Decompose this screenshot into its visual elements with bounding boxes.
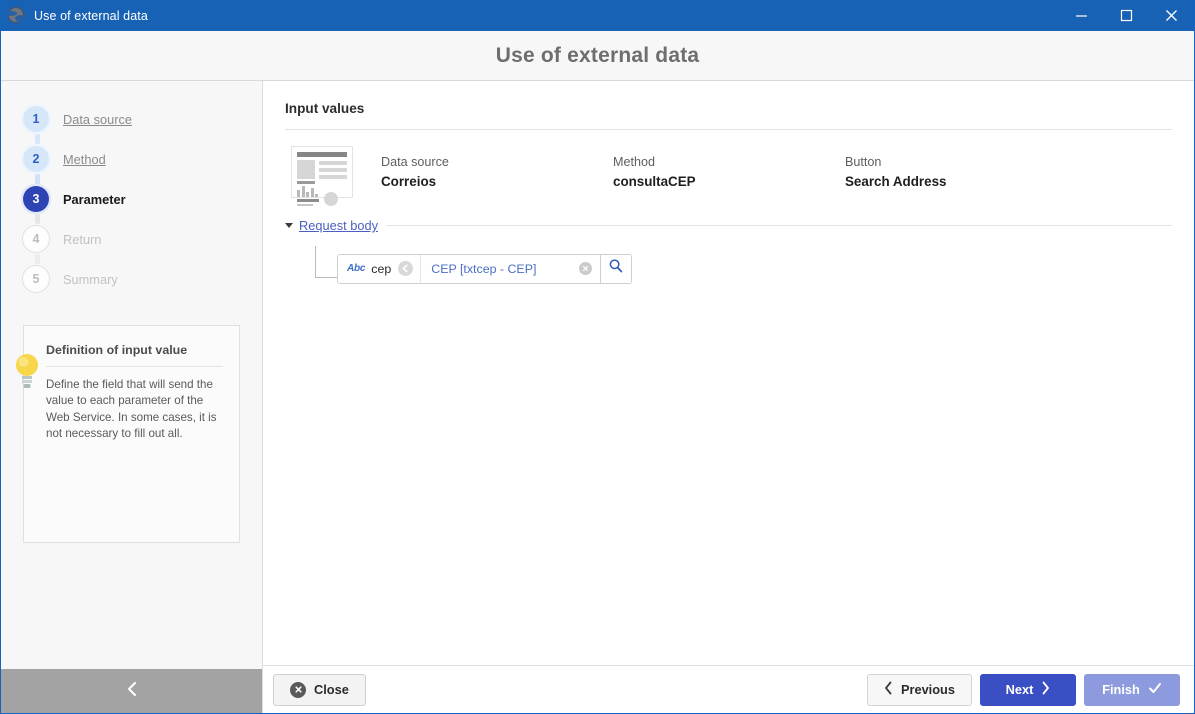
field-label: Method bbox=[613, 155, 656, 169]
wizard-sidebar: 1 Data source 2 Method 3 Parameter 4 Ret… bbox=[1, 81, 263, 713]
sidebar-step-summary[interactable]: 5 Summary bbox=[1, 259, 262, 299]
summary-field-method: Method consultaCEP bbox=[613, 155, 845, 189]
close-button[interactable]: Close bbox=[273, 673, 366, 706]
page-title: Use of external data bbox=[495, 43, 700, 67]
chevron-right-icon bbox=[1041, 681, 1050, 698]
magnifier-icon bbox=[608, 258, 624, 279]
text-type-icon: Abc bbox=[347, 263, 366, 274]
globe-icon bbox=[8, 6, 26, 25]
arrow-left-circle-icon bbox=[398, 261, 414, 276]
sidebar-collapse-button[interactable] bbox=[1, 669, 262, 713]
next-button[interactable]: Next bbox=[980, 673, 1076, 706]
parameter-value-field[interactable]: CEP [txtcep - CEP] bbox=[420, 254, 600, 283]
sidebar-step-data-source[interactable]: 1 Data source bbox=[1, 99, 262, 139]
dialog-window: Use of external data Use of external dat… bbox=[0, 0, 1195, 714]
dialog-body: 1 Data source 2 Method 3 Parameter 4 Ret… bbox=[1, 81, 1194, 713]
close-circle-icon bbox=[290, 681, 306, 698]
field-label: Button bbox=[845, 155, 882, 169]
sidebar-step-return[interactable]: 4 Return bbox=[1, 219, 262, 259]
finish-button[interactable]: Finish bbox=[1084, 673, 1180, 706]
summary-field-button: Button Search Address bbox=[845, 155, 1077, 189]
tip-card: Definition of input value Define the fie… bbox=[23, 325, 240, 543]
lightbulb-icon bbox=[14, 351, 40, 391]
field-value: Search Address bbox=[845, 174, 947, 189]
step-label: Data source bbox=[63, 111, 132, 127]
sidebar-step-parameter[interactable]: 3 Parameter bbox=[1, 179, 262, 219]
dialog-footer: Close Previous Next Finish bbox=[263, 665, 1194, 713]
summary-row: Data source Correios Method consultaCEP … bbox=[285, 130, 1172, 214]
step-number: 2 bbox=[23, 146, 49, 172]
parameter-name: cep bbox=[371, 261, 392, 276]
parameter-search-button[interactable] bbox=[600, 254, 632, 283]
request-body-header[interactable]: Request body bbox=[285, 218, 1172, 233]
clear-circle-icon[interactable] bbox=[579, 262, 593, 275]
window-title: Use of external data bbox=[34, 8, 148, 23]
step-label: Method bbox=[63, 151, 106, 167]
step-label: Return bbox=[63, 231, 102, 247]
step-number: 5 bbox=[23, 266, 49, 292]
parameter-control: Abc cep CEP [txtcep - CEP] bbox=[337, 253, 633, 284]
section-title: Input values bbox=[285, 101, 365, 116]
summary-field-data-source: Data source Correios bbox=[381, 155, 613, 189]
page-header: Use of external data bbox=[1, 31, 1194, 81]
parameter-row: Abc cep CEP [txtcep - CEP] bbox=[285, 246, 1172, 291]
field-label: Data source bbox=[381, 155, 449, 169]
parameter-name-block: Abc cep bbox=[338, 254, 421, 283]
maximize-button[interactable] bbox=[1104, 0, 1149, 31]
wizard-steps: 1 Data source 2 Method 3 Parameter 4 Ret… bbox=[1, 81, 262, 299]
previous-button[interactable]: Previous bbox=[866, 673, 972, 706]
summary-fields: Data source Correios Method consultaCEP … bbox=[381, 155, 1172, 189]
content-area: Input values Data source Correios Method… bbox=[263, 81, 1194, 665]
check-icon bbox=[1148, 681, 1162, 698]
sidebar-step-method[interactable]: 2 Method bbox=[1, 139, 262, 179]
step-number: 1 bbox=[23, 106, 49, 132]
parameter-value: CEP [txtcep - CEP] bbox=[431, 261, 537, 276]
request-body-divider bbox=[385, 225, 1172, 226]
previous-button-label: Previous bbox=[900, 682, 955, 697]
step-label: Parameter bbox=[63, 191, 126, 207]
main-panel: Input values Data source Correios Method… bbox=[263, 81, 1194, 713]
triangle-down-icon[interactable] bbox=[285, 223, 293, 228]
field-value: consultaCEP bbox=[613, 174, 696, 189]
title-bar: Use of external data bbox=[1, 0, 1194, 31]
next-button-label: Next bbox=[1005, 682, 1034, 697]
step-number: 4 bbox=[23, 226, 49, 252]
tip-title: Definition of input value bbox=[46, 343, 223, 367]
request-body-label[interactable]: Request body bbox=[299, 218, 378, 233]
minimize-button[interactable] bbox=[1059, 0, 1104, 31]
report-document-icon bbox=[291, 146, 353, 206]
field-value: Correios bbox=[381, 174, 437, 189]
tip-text: Define the field that will send the valu… bbox=[46, 378, 217, 441]
chevron-left-icon bbox=[125, 680, 139, 703]
step-number: 3 bbox=[23, 186, 49, 212]
chevron-left-icon bbox=[884, 681, 893, 698]
close-button-label: Close bbox=[314, 682, 349, 697]
finish-button-label: Finish bbox=[1102, 682, 1140, 697]
step-label: Summary bbox=[63, 271, 118, 287]
tree-connector bbox=[315, 246, 337, 278]
close-window-button[interactable] bbox=[1149, 0, 1194, 31]
tip-panel: Definition of input value Define the fie… bbox=[16, 325, 240, 543]
